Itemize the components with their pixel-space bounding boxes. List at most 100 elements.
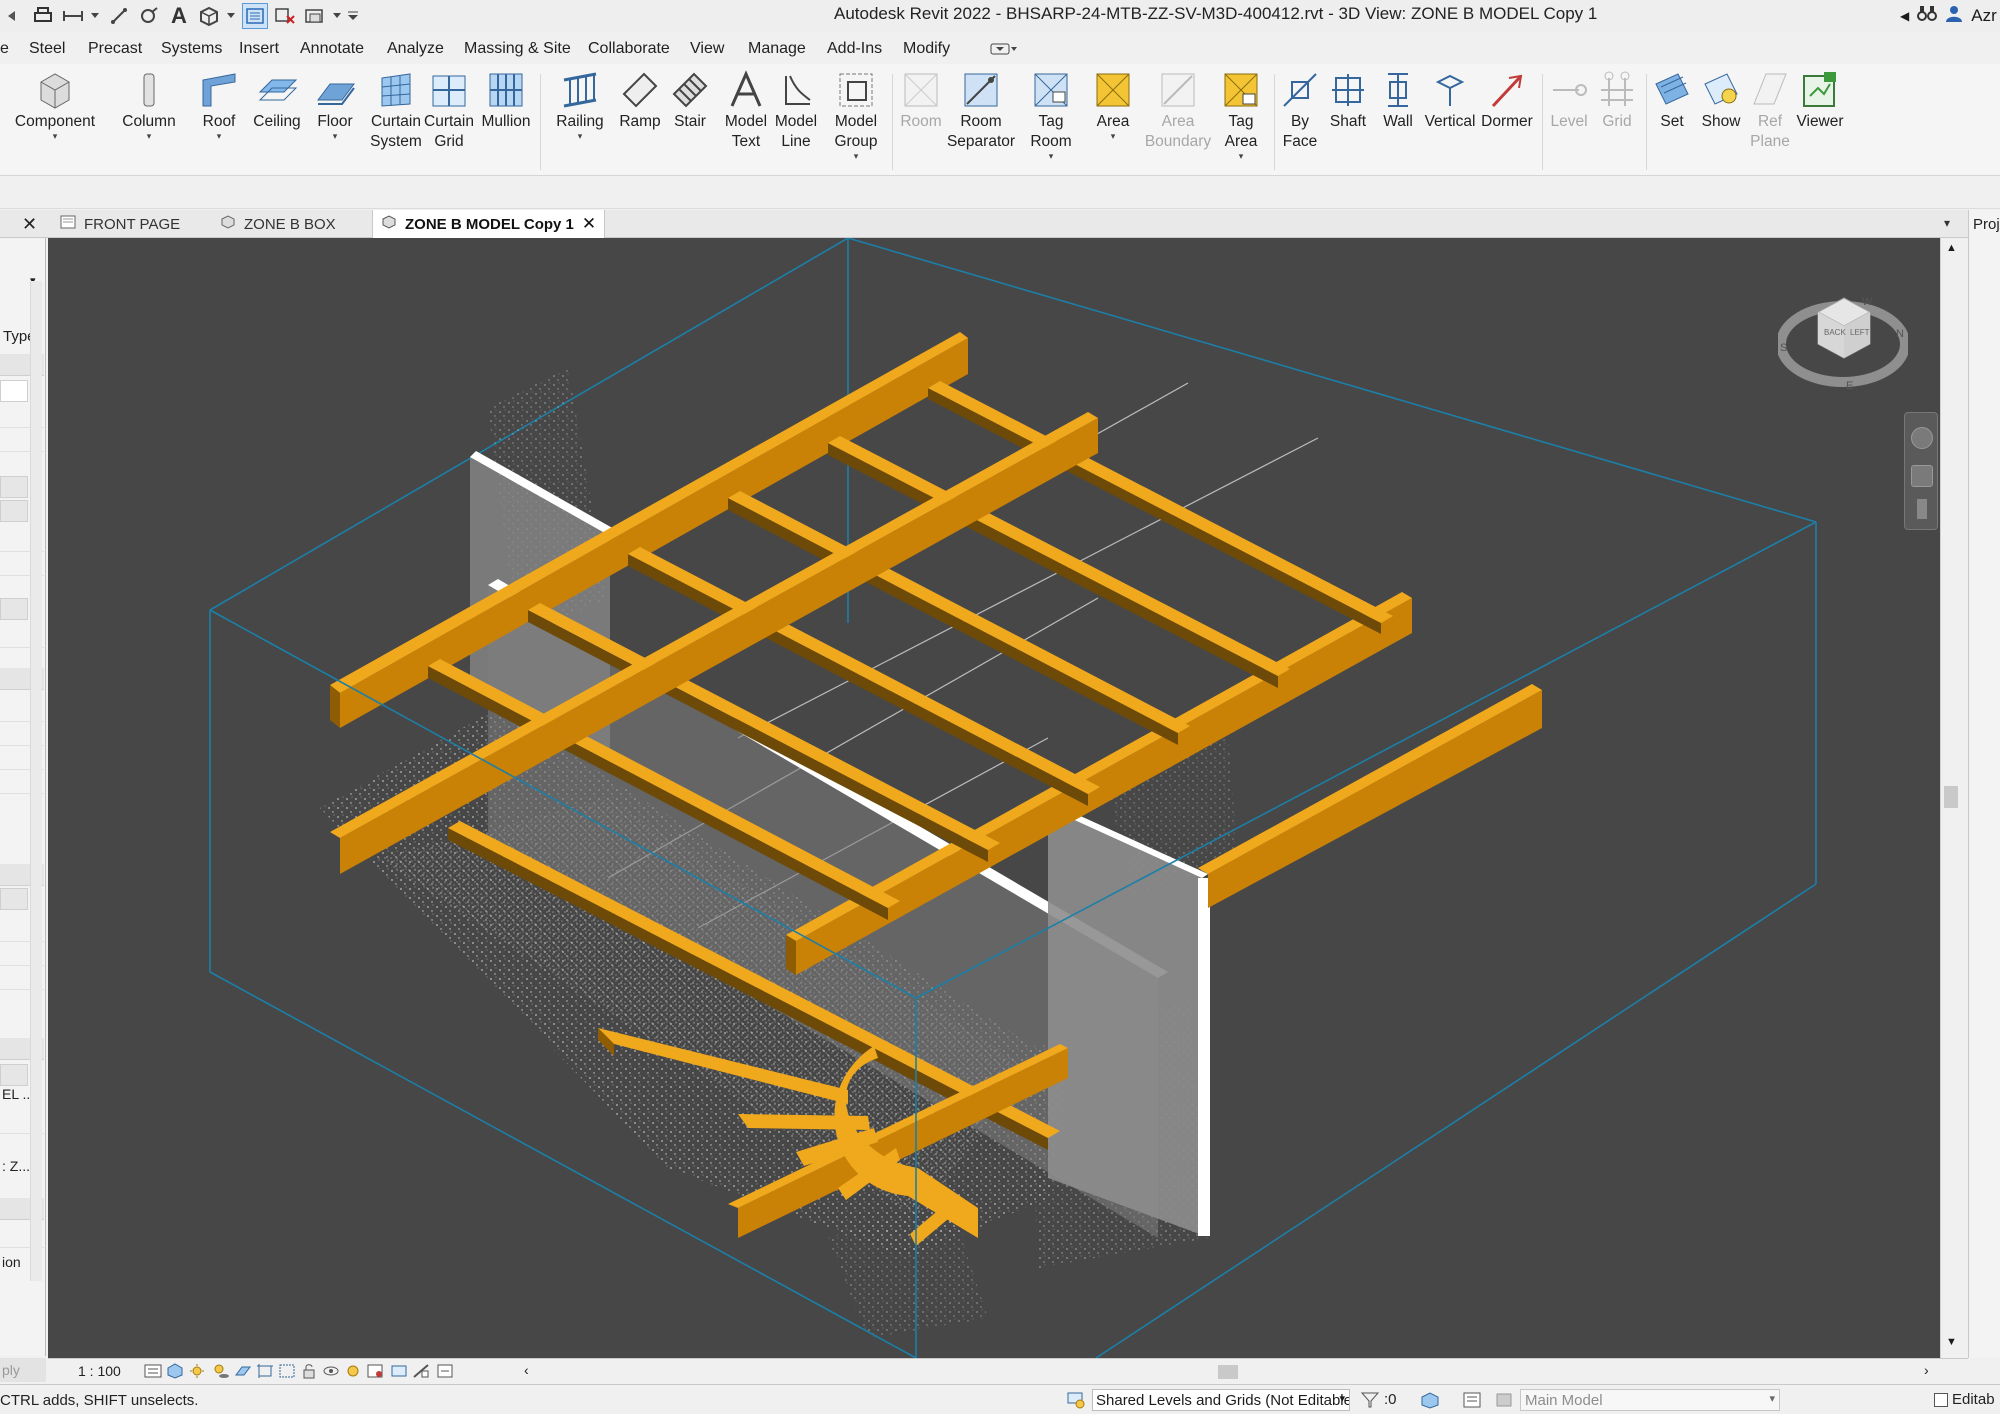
menu-tab-e[interactable]: e: [0, 40, 9, 58]
component-button[interactable]: Component ▾: [14, 68, 96, 141]
viewcube[interactable]: BACK LEFT S N W E: [1776, 282, 1910, 397]
editable-only-checkbox[interactable]: [1934, 1392, 1948, 1407]
active-workset-dropdown[interactable]: Shared Levels and Grids (Not Editable) ▾: [1092, 1389, 1350, 1411]
horizontal-scroll-thumb[interactable]: [1218, 1365, 1238, 1379]
wall-opening-button[interactable]: Wall: [1378, 68, 1418, 132]
mullion-button[interactable]: Mullion: [478, 68, 534, 132]
show-button[interactable]: Show: [1700, 68, 1742, 132]
show-analytical-model-icon[interactable]: [390, 1363, 408, 1379]
curtain-system-button[interactable]: Curtain System: [364, 68, 428, 152]
area-boundary-button[interactable]: Area Boundary: [1145, 68, 1211, 152]
shadows-icon[interactable]: [212, 1363, 230, 1379]
floor-button[interactable]: Floor ▾: [312, 68, 358, 141]
menu-tab-precast[interactable]: Precast: [88, 40, 142, 58]
close-hidden-windows-icon[interactable]: [272, 3, 298, 29]
column-button[interactable]: Column ▾: [122, 68, 176, 141]
menu-tab-view[interactable]: View: [690, 40, 724, 58]
default-3d-view-icon[interactable]: [196, 3, 222, 29]
property-value-text[interactable]: ion: [2, 1254, 21, 1270]
property-button[interactable]: [0, 1064, 28, 1086]
binoculars-icon[interactable]: [1917, 4, 1938, 27]
model-group-button[interactable]: Model Group ▾: [828, 68, 884, 161]
room-separator-button[interactable]: Room Separator: [947, 68, 1015, 152]
menu-tab-systems[interactable]: Systems: [161, 40, 222, 58]
close-tab-icon[interactable]: ✕: [582, 214, 596, 234]
property-value-field[interactable]: [0, 380, 28, 402]
compass-north[interactable]: N: [1896, 328, 1904, 340]
menu-tab-manage[interactable]: Manage: [748, 40, 806, 58]
scroll-left-icon[interactable]: ‹: [524, 1362, 529, 1378]
menu-tab-insert[interactable]: Insert: [239, 40, 279, 58]
level-button[interactable]: Level: [1548, 68, 1590, 132]
reveal-hidden-icon[interactable]: [344, 1363, 362, 1379]
close-icon[interactable]: ✕: [22, 214, 37, 235]
grid-button[interactable]: Grid: [1596, 68, 1638, 132]
viewcube-face-left[interactable]: LEFT: [1850, 328, 1870, 337]
menu-tab-massing-site[interactable]: Massing & Site: [464, 40, 571, 58]
3d-model-scene[interactable]: [48, 238, 1943, 1358]
roof-button[interactable]: Roof ▾: [196, 68, 242, 141]
steering-wheel-icon[interactable]: [1911, 427, 1933, 449]
temporary-view-properties-icon[interactable]: [366, 1363, 384, 1379]
tab-zone-b-model-copy-1[interactable]: ZONE B MODEL Copy 1 ✕: [372, 210, 606, 238]
apply-button[interactable]: ply: [0, 1358, 46, 1382]
scroll-right-icon[interactable]: ›: [1924, 1362, 1929, 1378]
user-name[interactable]: Azr: [1971, 6, 1997, 26]
compass-east[interactable]: E: [1846, 380, 1853, 392]
measure-icon[interactable]: [60, 3, 86, 29]
shaft-button[interactable]: Shaft: [1328, 68, 1368, 132]
tab-zone-b-box[interactable]: ZONE B BOX: [212, 210, 344, 238]
menu-tab-modify[interactable]: Modify: [903, 40, 950, 58]
model-text-button[interactable]: Model Text: [722, 68, 770, 152]
measure-dropdown-icon[interactable]: [90, 3, 100, 29]
editable-only-toggle[interactable]: Editab: [1934, 1391, 1995, 1408]
view-scale[interactable]: 1 : 100: [78, 1363, 121, 1379]
project-browser-label[interactable]: Proje: [1973, 216, 2000, 233]
set-button[interactable]: Set: [1652, 68, 1692, 132]
property-button[interactable]: [0, 888, 28, 910]
ceiling-button[interactable]: Ceiling: [252, 68, 302, 132]
viewer-button[interactable]: Viewer: [1796, 68, 1844, 132]
menu-tab-steel[interactable]: Steel: [29, 40, 65, 58]
visual-style-icon[interactable]: [166, 1363, 184, 1379]
curtain-grid-button[interactable]: Curtain Grid: [424, 68, 474, 152]
sun-path-icon[interactable]: [188, 1363, 206, 1379]
tag-area-button[interactable]: Tag Area ▾: [1216, 68, 1266, 161]
switch-windows-dropdown-icon[interactable]: [332, 3, 342, 29]
3d-view-dropdown-icon[interactable]: [226, 3, 236, 29]
model-line-button[interactable]: Model Line: [772, 68, 820, 152]
viewcube-face-back[interactable]: BACK: [1824, 328, 1846, 337]
zoom-icon[interactable]: [1911, 465, 1933, 487]
vertical-opening-button[interactable]: Vertical: [1420, 68, 1480, 132]
menu-tab-analyze[interactable]: Analyze: [387, 40, 444, 58]
reveal-constraints-icon[interactable]: [436, 1363, 454, 1379]
text-icon[interactable]: A: [166, 3, 192, 29]
customize-qat-icon[interactable]: [348, 3, 358, 29]
room-button[interactable]: Room: [898, 68, 944, 132]
editable-workset-icon[interactable]: [1420, 1391, 1440, 1414]
scroll-down-icon[interactable]: ▼: [1946, 1336, 1957, 1348]
undo-icon[interactable]: [0, 3, 26, 29]
temporary-hide-icon[interactable]: [322, 1363, 340, 1379]
thin-lines-icon[interactable]: [242, 3, 268, 29]
print-icon[interactable]: [30, 3, 56, 29]
property-value-text[interactable]: : Z...: [2, 1158, 30, 1174]
properties-scrollbar[interactable]: [30, 281, 42, 1281]
aligned-dimension-icon[interactable]: [106, 3, 132, 29]
dormer-button[interactable]: Dormer: [1478, 68, 1536, 132]
design-option-set-icon[interactable]: [1494, 1391, 1514, 1414]
switch-windows-icon[interactable]: [302, 3, 328, 29]
contextual-tab-toggle-icon[interactable]: [990, 42, 1018, 61]
menu-tab-add-ins[interactable]: Add-Ins: [827, 40, 882, 58]
design-options-icon[interactable]: [1462, 1391, 1482, 1414]
detail-level-icon[interactable]: [144, 1363, 162, 1379]
selection-count[interactable]: :0: [1384, 1391, 1397, 1408]
3d-viewport[interactable]: BACK LEFT S N W E: [48, 238, 1943, 1358]
crop-view-icon[interactable]: [256, 1363, 274, 1379]
tab-list-menu-icon[interactable]: ▾: [1944, 216, 1950, 230]
property-button[interactable]: [0, 476, 28, 498]
user-icon[interactable]: [1945, 4, 1963, 27]
compass-west[interactable]: W: [1862, 296, 1872, 308]
ref-plane-button[interactable]: Ref Plane: [1750, 68, 1790, 152]
tag-room-button[interactable]: Tag Room ▾: [1026, 68, 1076, 161]
